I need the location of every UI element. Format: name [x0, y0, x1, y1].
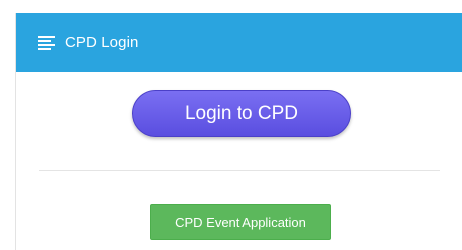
cpd-event-application-button[interactable]: CPD Event Application	[150, 204, 331, 240]
divider	[39, 170, 440, 171]
menu-lines-icon	[38, 36, 55, 50]
panel-title: CPD Login	[65, 34, 139, 51]
cpd-login-panel: CPD Login Login to CPD CPD Event Applica…	[15, 13, 462, 250]
panel-header: CPD Login	[16, 13, 462, 72]
login-to-cpd-button[interactable]: Login to CPD	[132, 90, 351, 137]
